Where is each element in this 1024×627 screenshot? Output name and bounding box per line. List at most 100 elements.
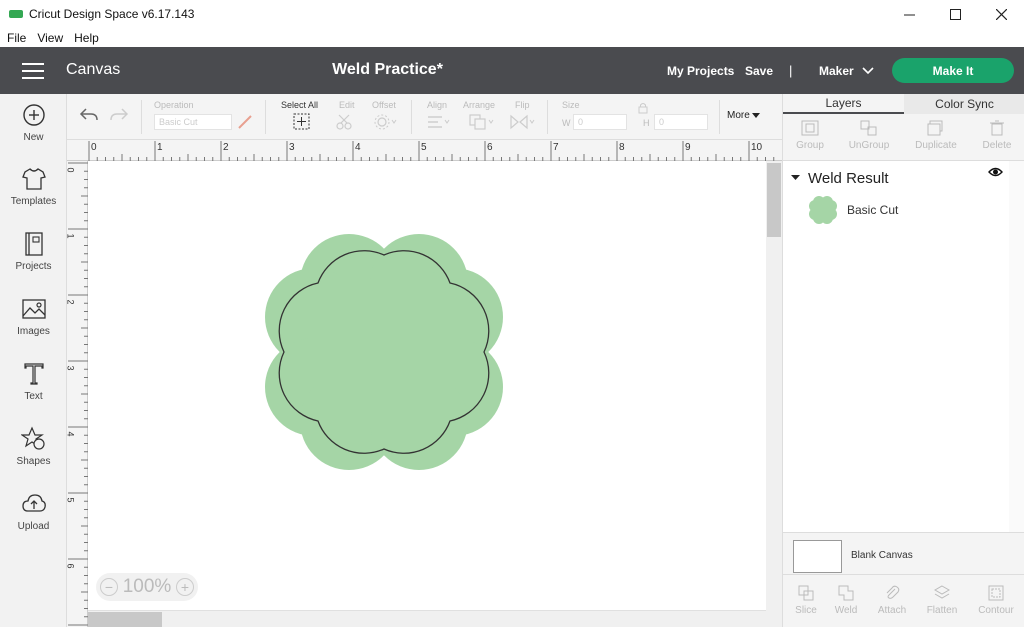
attach-button[interactable]: Attach [869, 585, 915, 616]
more-button[interactable]: More [727, 110, 760, 121]
align-icon[interactable] [427, 115, 451, 129]
undo-icon[interactable] [79, 106, 99, 124]
sidebar-item-templates[interactable]: Templates [0, 166, 67, 226]
select-all-label[interactable]: Select All [281, 100, 318, 110]
ruler-label: 0 [65, 167, 76, 173]
contour-icon [988, 585, 1004, 601]
sidebar-item-upload[interactable]: Upload [0, 491, 67, 551]
ruler-label: 5 [421, 142, 427, 153]
scrollbar-thumb[interactable] [767, 163, 781, 237]
arrange-icon[interactable] [469, 114, 495, 130]
layer-operation-name: Basic Cut [847, 203, 899, 217]
edit-toolbar: Operation Basic Cut Select All Edit Offs… [67, 94, 782, 140]
sidebar-item-projects[interactable]: Projects [0, 231, 67, 291]
ruler-label: 5 [65, 497, 76, 503]
ruler-label: 2 [65, 299, 76, 305]
redo-icon[interactable] [109, 106, 129, 124]
duplicate-button[interactable]: Duplicate [911, 120, 961, 151]
slice-icon [798, 585, 814, 601]
flower-shape[interactable] [264, 233, 504, 471]
header-separator: | [789, 63, 793, 78]
width-label: W [562, 118, 571, 128]
menu-help[interactable]: Help [74, 31, 99, 45]
toolbar-divider [719, 100, 720, 134]
blank-canvas-label: Blank Canvas [851, 550, 913, 561]
canvas-vertical-scrollbar[interactable] [766, 161, 782, 627]
pen-color-icon[interactable] [237, 114, 253, 130]
ruler-label: 2 [223, 142, 229, 153]
sidebar-item-text[interactable]: Text [0, 361, 67, 421]
delete-button[interactable]: Delete [972, 120, 1022, 151]
paperclip-icon [886, 585, 900, 599]
ruler-label: 6 [487, 142, 493, 153]
sidebar-item-new[interactable]: New [0, 102, 67, 162]
eye-icon[interactable] [988, 166, 1003, 178]
menu-bar: File View Help [0, 28, 1024, 47]
flatten-button[interactable]: Flatten [919, 585, 965, 616]
toolbar-divider [141, 100, 142, 134]
save-button[interactable]: Save [745, 64, 773, 78]
menu-view[interactable]: View [37, 31, 63, 45]
ruler-label: 6 [65, 563, 76, 569]
delete-label: Delete [982, 140, 1012, 151]
group-button[interactable]: Group [785, 120, 835, 151]
ruler-label: 7 [553, 142, 559, 153]
zoom-out-button[interactable]: − [100, 578, 118, 596]
select-all-icon[interactable] [293, 113, 310, 130]
tab-layers[interactable]: Layers [783, 94, 904, 114]
ungroup-label: UnGroup [848, 140, 890, 151]
ruler-label: 1 [65, 233, 76, 239]
tshirt-icon [21, 168, 46, 190]
cricut-logo-icon [9, 10, 23, 18]
title-bar: Cricut Design Space v6.17.143 [0, 0, 1024, 28]
width-input[interactable]: 0 [573, 114, 627, 130]
close-button[interactable] [978, 0, 1024, 28]
machine-selector[interactable]: Maker [819, 64, 874, 78]
layers-list: Weld Result Basic Cut [783, 161, 1024, 532]
ungroup-icon [860, 120, 877, 136]
attach-label: Attach [877, 605, 907, 616]
sidebar-item-shapes[interactable]: Shapes [0, 426, 67, 486]
window-title: Cricut Design Space v6.17.143 [29, 7, 195, 21]
scrollbar-thumb[interactable] [88, 612, 162, 627]
height-value: 0 [659, 117, 665, 127]
canvas-horizontal-scrollbar[interactable] [88, 610, 766, 627]
zoom-in-button[interactable]: + [175, 578, 194, 596]
weld-button[interactable]: Weld [823, 585, 869, 616]
sidebar-item-label: Images [17, 326, 50, 337]
maximize-button[interactable] [932, 0, 978, 28]
flip-icon[interactable] [510, 114, 536, 130]
toolbar-divider [265, 100, 266, 134]
layer-group-row[interactable]: Weld Result [791, 167, 1017, 189]
weld-label: Weld [834, 605, 858, 616]
minimize-button[interactable] [886, 0, 932, 28]
duplicate-icon [927, 120, 943, 136]
sidebar-item-label: New [23, 132, 44, 143]
slice-label: Slice [795, 605, 817, 616]
layer-group-name: Weld Result [808, 169, 889, 187]
flatten-label: Flatten [926, 605, 958, 616]
offset-icon[interactable] [373, 114, 397, 130]
ungroup-button[interactable]: UnGroup [844, 120, 894, 151]
more-label: More [727, 110, 750, 121]
weld-icon [838, 585, 854, 601]
panel-tabs: Layers Color Sync [783, 94, 1024, 114]
trash-icon [990, 120, 1004, 136]
lock-icon[interactable] [638, 102, 648, 114]
my-projects-link[interactable]: My Projects [667, 64, 734, 78]
menu-file[interactable]: File [7, 31, 26, 45]
layers-scrollbar[interactable] [1009, 161, 1024, 532]
height-input[interactable]: 0 [654, 114, 708, 130]
sidebar-item-images[interactable]: Images [0, 296, 67, 356]
scissors-icon[interactable] [335, 114, 357, 130]
caret-down-icon[interactable] [791, 175, 800, 181]
make-it-button[interactable]: Make It [892, 58, 1014, 83]
arrange-label: Arrange [463, 100, 496, 110]
tab-color-sync[interactable]: Color Sync [904, 94, 1024, 114]
contour-button[interactable]: Contour [973, 585, 1019, 616]
layer-item[interactable]: Basic Cut [809, 196, 898, 224]
operation-dropdown[interactable]: Basic Cut [154, 114, 232, 130]
design-canvas[interactable] [88, 161, 766, 627]
toolbar-divider [411, 100, 412, 134]
app-header: Canvas Weld Practice* My Projects Save |… [0, 47, 1024, 94]
